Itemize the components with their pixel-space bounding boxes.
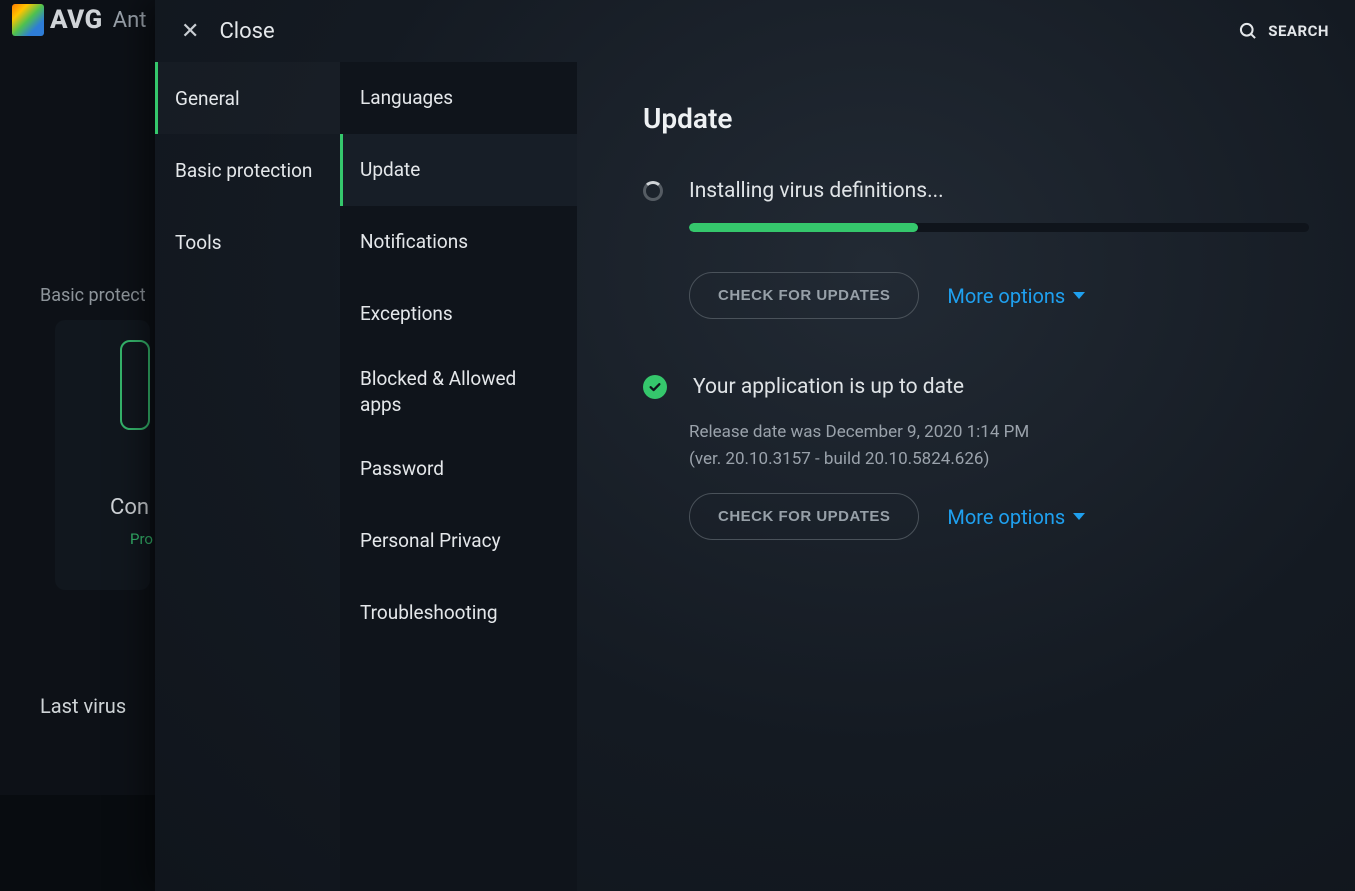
nav-item-label: Blocked & Allowed apps [360, 366, 557, 417]
secondary-nav-exceptions[interactable]: Exceptions [340, 278, 577, 350]
definitions-progress-bar [689, 223, 918, 232]
definitions-status-row: Installing virus definitions... [643, 179, 1309, 203]
secondary-nav-personal-privacy[interactable]: Personal Privacy [340, 505, 577, 577]
panel-header: ✕ Close SEARCH [155, 0, 1355, 62]
application-more-options-link[interactable]: More options [947, 505, 1085, 529]
avg-logo-icon [12, 4, 44, 36]
bg-card-heading: Con [110, 495, 149, 520]
nav-item-label: Personal Privacy [360, 528, 501, 554]
nav-item-label: Tools [175, 231, 222, 254]
application-release-line: Release date was December 9, 2020 1:14 P… [689, 419, 1309, 446]
spinner-icon [643, 181, 663, 201]
application-section: Your application is up to date Release d… [643, 375, 1309, 540]
nav-item-label: Notifications [360, 229, 468, 255]
primary-nav-general[interactable]: General [155, 62, 340, 134]
secondary-nav-languages[interactable]: Languages [340, 62, 577, 134]
search-icon [1238, 21, 1258, 41]
caret-down-icon [1073, 292, 1085, 299]
app-logo: AVG Ant [12, 4, 146, 36]
nav-item-label: Basic protection [175, 159, 312, 182]
definitions-status-text: Installing virus definitions... [689, 179, 944, 203]
secondary-nav-notifications[interactable]: Notifications [340, 206, 577, 278]
brand-subtext: Ant [113, 8, 147, 33]
definitions-more-options-link[interactable]: More options [947, 284, 1085, 308]
settings-panel: ✕ Close SEARCH General Basic protection … [155, 0, 1355, 891]
brand-text: AVG [50, 5, 103, 35]
definitions-progress [689, 223, 1309, 232]
application-status-sub: Release date was December 9, 2020 1:14 P… [689, 419, 1309, 473]
bg-last-virus-label: Last virus [40, 694, 126, 718]
application-status-text: Your application is up to date [693, 375, 964, 399]
application-version-line: (ver. 20.10.3157 - build 20.10.5824.626) [689, 446, 1309, 473]
search-label: SEARCH [1268, 22, 1329, 40]
primary-nav: General Basic protection Tools [155, 62, 340, 278]
nav-item-label: Languages [360, 85, 453, 111]
bg-card-sub: Pro [130, 530, 153, 548]
nav-item-label: Troubleshooting [360, 600, 498, 626]
secondary-nav-update[interactable]: Update [340, 134, 577, 206]
content-area: Update Installing virus definitions... C… [577, 62, 1355, 891]
search-button[interactable]: SEARCH [1238, 21, 1329, 41]
primary-nav-basic-protection[interactable]: Basic protection [155, 134, 340, 206]
secondary-nav-blocked-allowed-apps[interactable]: Blocked & Allowed apps [340, 350, 577, 433]
nav-item-label: General [175, 87, 240, 110]
definitions-actions: CHECK FOR UPDATES More options [689, 272, 1309, 319]
application-check-updates-button[interactable]: CHECK FOR UPDATES [689, 493, 919, 540]
nav-item-label: Password [360, 456, 444, 482]
bg-footer: We Ou [0, 795, 155, 891]
definitions-section: Installing virus definitions... CHECK FO… [643, 179, 1309, 319]
secondary-nav-password[interactable]: Password [340, 433, 577, 505]
bg-card: Con Pro [55, 320, 150, 590]
bg-section-label: Basic protect [40, 285, 146, 306]
close-label: Close [219, 19, 274, 44]
bg-card-icon [120, 340, 150, 430]
nav-item-label: Exceptions [360, 301, 453, 327]
caret-down-icon [1073, 513, 1085, 520]
check-circle-icon [643, 375, 667, 399]
close-button[interactable]: ✕ Close [181, 19, 275, 44]
secondary-nav-troubleshooting[interactable]: Troubleshooting [340, 577, 577, 649]
application-status-row: Your application is up to date [643, 375, 1309, 399]
definitions-check-updates-button[interactable]: CHECK FOR UPDATES [689, 272, 919, 319]
nav-item-label: Update [360, 157, 420, 183]
page-title: Update [643, 102, 1309, 135]
more-options-label: More options [947, 505, 1065, 529]
close-icon: ✕ [181, 19, 199, 44]
application-actions: CHECK FOR UPDATES More options [689, 493, 1309, 540]
secondary-nav: Languages Update Notifications Exception… [340, 62, 577, 891]
more-options-label: More options [947, 284, 1065, 308]
primary-nav-tools[interactable]: Tools [155, 206, 340, 278]
